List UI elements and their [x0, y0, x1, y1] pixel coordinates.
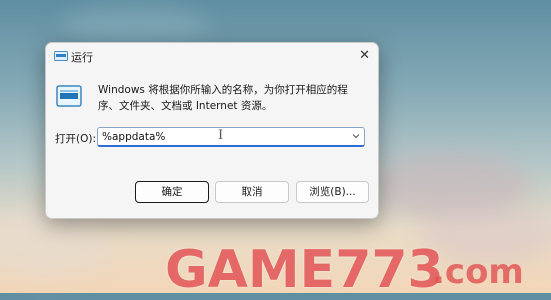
- title-bar[interactable]: 运行 ✕: [46, 43, 378, 71]
- run-dialog: 运行 ✕ Windows 将根据你所输入的名称，为你打开相应的程序、文件夹、文档…: [45, 42, 379, 219]
- cancel-button[interactable]: 取消: [215, 181, 289, 203]
- open-combobox[interactable]: %appdata% I: [97, 127, 365, 147]
- open-field-label: 打开(O):: [55, 133, 96, 145]
- run-program-icon: [56, 85, 82, 107]
- close-icon[interactable]: ✕: [359, 48, 370, 63]
- text-cursor-icon: I: [218, 128, 224, 143]
- dialog-title: 运行: [71, 51, 93, 64]
- run-app-icon: [54, 51, 68, 61]
- open-input-value[interactable]: %appdata%: [102, 131, 165, 143]
- watermark-domain: .com: [432, 252, 524, 292]
- background-cloud: [60, 5, 210, 45]
- background-cloud: [0, 210, 110, 280]
- chevron-down-icon[interactable]: [352, 132, 360, 140]
- dialog-description: Windows 将根据你所输入的名称，为你打开相应的程序、文件夹、文档或 Int…: [98, 84, 348, 112]
- watermark-logo: GAME773: [165, 240, 444, 300]
- browse-button[interactable]: 浏览(B)...: [296, 181, 369, 203]
- ok-button[interactable]: 确定: [135, 181, 209, 203]
